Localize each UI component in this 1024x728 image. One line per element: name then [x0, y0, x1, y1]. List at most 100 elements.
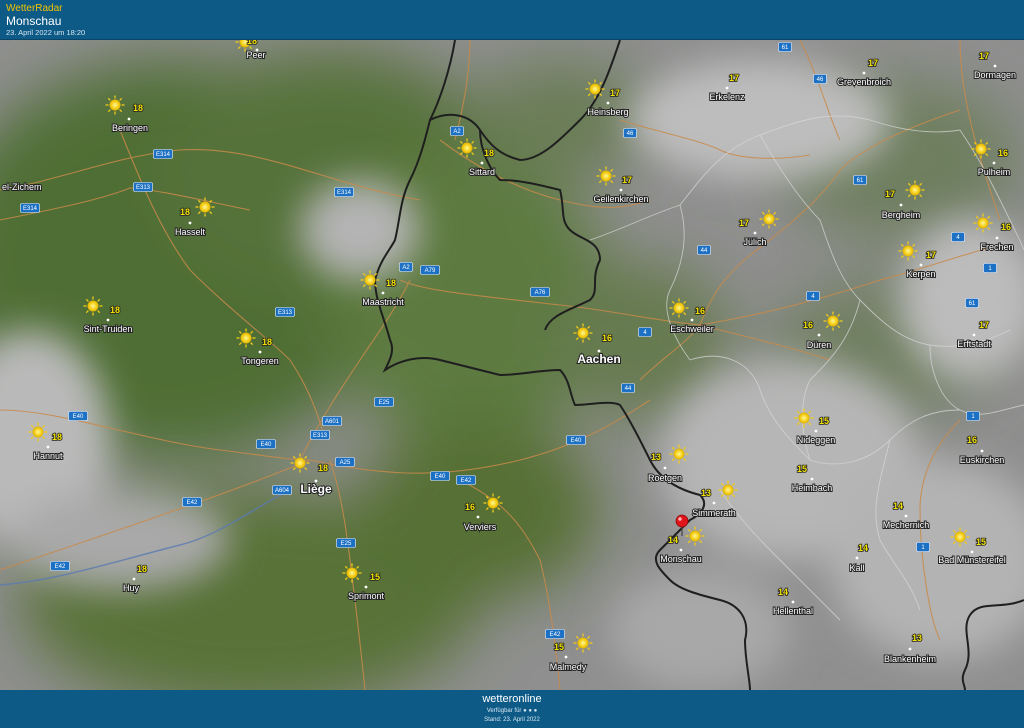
city-el-zichem[interactable]: el-Zichem	[1, 181, 43, 193]
temperature-label: 17	[739, 218, 749, 228]
road-shield: A79	[420, 265, 440, 275]
city-dot	[904, 514, 908, 518]
city-label: Tongeren	[241, 356, 279, 366]
svg-text:E42: E42	[187, 500, 198, 506]
sun-icon	[585, 79, 605, 99]
city-dot	[993, 64, 997, 68]
svg-text:E313: E313	[278, 310, 293, 316]
city-dot	[381, 291, 385, 295]
city-label: Bergheim	[882, 210, 921, 220]
temperature-label: 14	[778, 587, 788, 597]
wetteronline-logo[interactable]: wetteronline	[0, 693, 1024, 705]
location-title[interactable]: Monschau	[6, 14, 61, 28]
city-dot	[919, 263, 923, 267]
city-dot	[606, 101, 610, 105]
city-dot	[995, 236, 999, 240]
temperature-label: 13	[912, 633, 922, 643]
city-label: Euskirchen	[960, 455, 1005, 465]
temperature-label: 16	[998, 148, 1008, 158]
sun-icon	[759, 209, 779, 229]
temperature-label: 15	[819, 416, 829, 426]
city-dot	[855, 556, 859, 560]
svg-text:E25: E25	[341, 541, 352, 547]
road-shield: 4	[806, 291, 820, 301]
sun-icon	[28, 422, 48, 442]
sun-icon	[905, 180, 925, 200]
city-label: Kall	[849, 563, 864, 573]
road-shield: E42	[456, 475, 476, 485]
road-shield: E314	[334, 187, 354, 197]
sun-icon	[195, 197, 215, 217]
svg-text:A601: A601	[325, 419, 340, 425]
temperature-label: 18	[137, 564, 147, 574]
temperature-label: 14	[893, 501, 903, 511]
temperature-label: 18	[262, 337, 272, 347]
temperature-label: 17	[610, 88, 620, 98]
city-label: Simmerath	[692, 508, 736, 518]
svg-text:E314: E314	[23, 206, 38, 212]
road-shield: E40	[430, 471, 450, 481]
city-label: Aachen	[577, 352, 620, 366]
road-shield: E313	[310, 430, 330, 440]
svg-text:E25: E25	[379, 400, 390, 406]
city-dot	[712, 501, 716, 505]
road-shield: E314	[20, 203, 40, 213]
svg-text:E42: E42	[550, 632, 561, 638]
sun-icon	[457, 138, 477, 158]
radar-timestamp: 23. April 2022 um 18:20	[6, 28, 86, 37]
svg-text:E314: E314	[337, 190, 352, 196]
radar-map[interactable]: E314 E314 E313 E314 E313 E40 E40 E313 A601 E25 A25…	[0, 40, 1024, 690]
road-shield: 1	[966, 411, 980, 421]
svg-text:E313: E313	[313, 433, 328, 439]
city-dot	[753, 231, 757, 235]
city-label: Monschau	[660, 554, 702, 564]
temperature-label: 16	[1001, 222, 1011, 232]
temperature-label: 13	[651, 452, 661, 462]
city-dot	[663, 466, 667, 470]
svg-text:E42: E42	[461, 478, 472, 484]
temperature-label: 13	[701, 488, 711, 498]
road-shield: 1	[983, 263, 997, 273]
road-shield: A604	[272, 485, 292, 495]
sun-icon	[973, 213, 993, 233]
sun-icon	[898, 241, 918, 261]
city-dot	[690, 318, 694, 322]
city-label: Pulheim	[978, 167, 1011, 177]
city-label: Sprimont	[348, 591, 385, 601]
city-dot	[908, 647, 912, 651]
svg-text:61: 61	[969, 301, 976, 307]
city-dot	[258, 350, 262, 354]
sun-icon	[718, 480, 738, 500]
road-shield: E25	[336, 538, 356, 548]
city-dot	[188, 221, 192, 225]
city-dot	[564, 655, 568, 659]
road-shield: 44	[697, 245, 711, 255]
availability-note: Verfügbar für ● ● ●	[486, 708, 538, 714]
svg-text:46: 46	[627, 131, 634, 137]
city-dot	[725, 86, 729, 90]
city-label: Geilenkirchen	[593, 194, 648, 204]
city-label: Dormagen	[974, 70, 1016, 80]
app-brand[interactable]: WetterRadar	[6, 3, 63, 14]
city-label: Malmedy	[550, 662, 587, 672]
city-dot	[619, 188, 623, 192]
sun-icon	[83, 296, 103, 316]
app-footer: wetteronline Verfügbar für ● ● ● Stand: …	[0, 690, 1024, 728]
city-dot	[992, 161, 996, 165]
road-shield: 46	[623, 128, 637, 138]
temperature-label: 17	[979, 51, 989, 61]
road-shield: E25	[374, 397, 394, 407]
city-label: Kerpen	[906, 269, 935, 279]
svg-text:A25: A25	[340, 460, 351, 466]
city-label: Erkelenz	[709, 92, 745, 102]
road-shield: 61	[778, 42, 792, 52]
city-dot	[106, 318, 110, 322]
temperature-label: 17	[926, 250, 936, 260]
svg-text:E40: E40	[261, 442, 272, 448]
city-dot	[679, 548, 683, 552]
city-label: Huy	[123, 583, 140, 593]
road-shield: 4	[638, 327, 652, 337]
temperature-label: 16	[803, 320, 813, 330]
city-dot	[791, 600, 795, 604]
sun-icon	[971, 139, 991, 159]
